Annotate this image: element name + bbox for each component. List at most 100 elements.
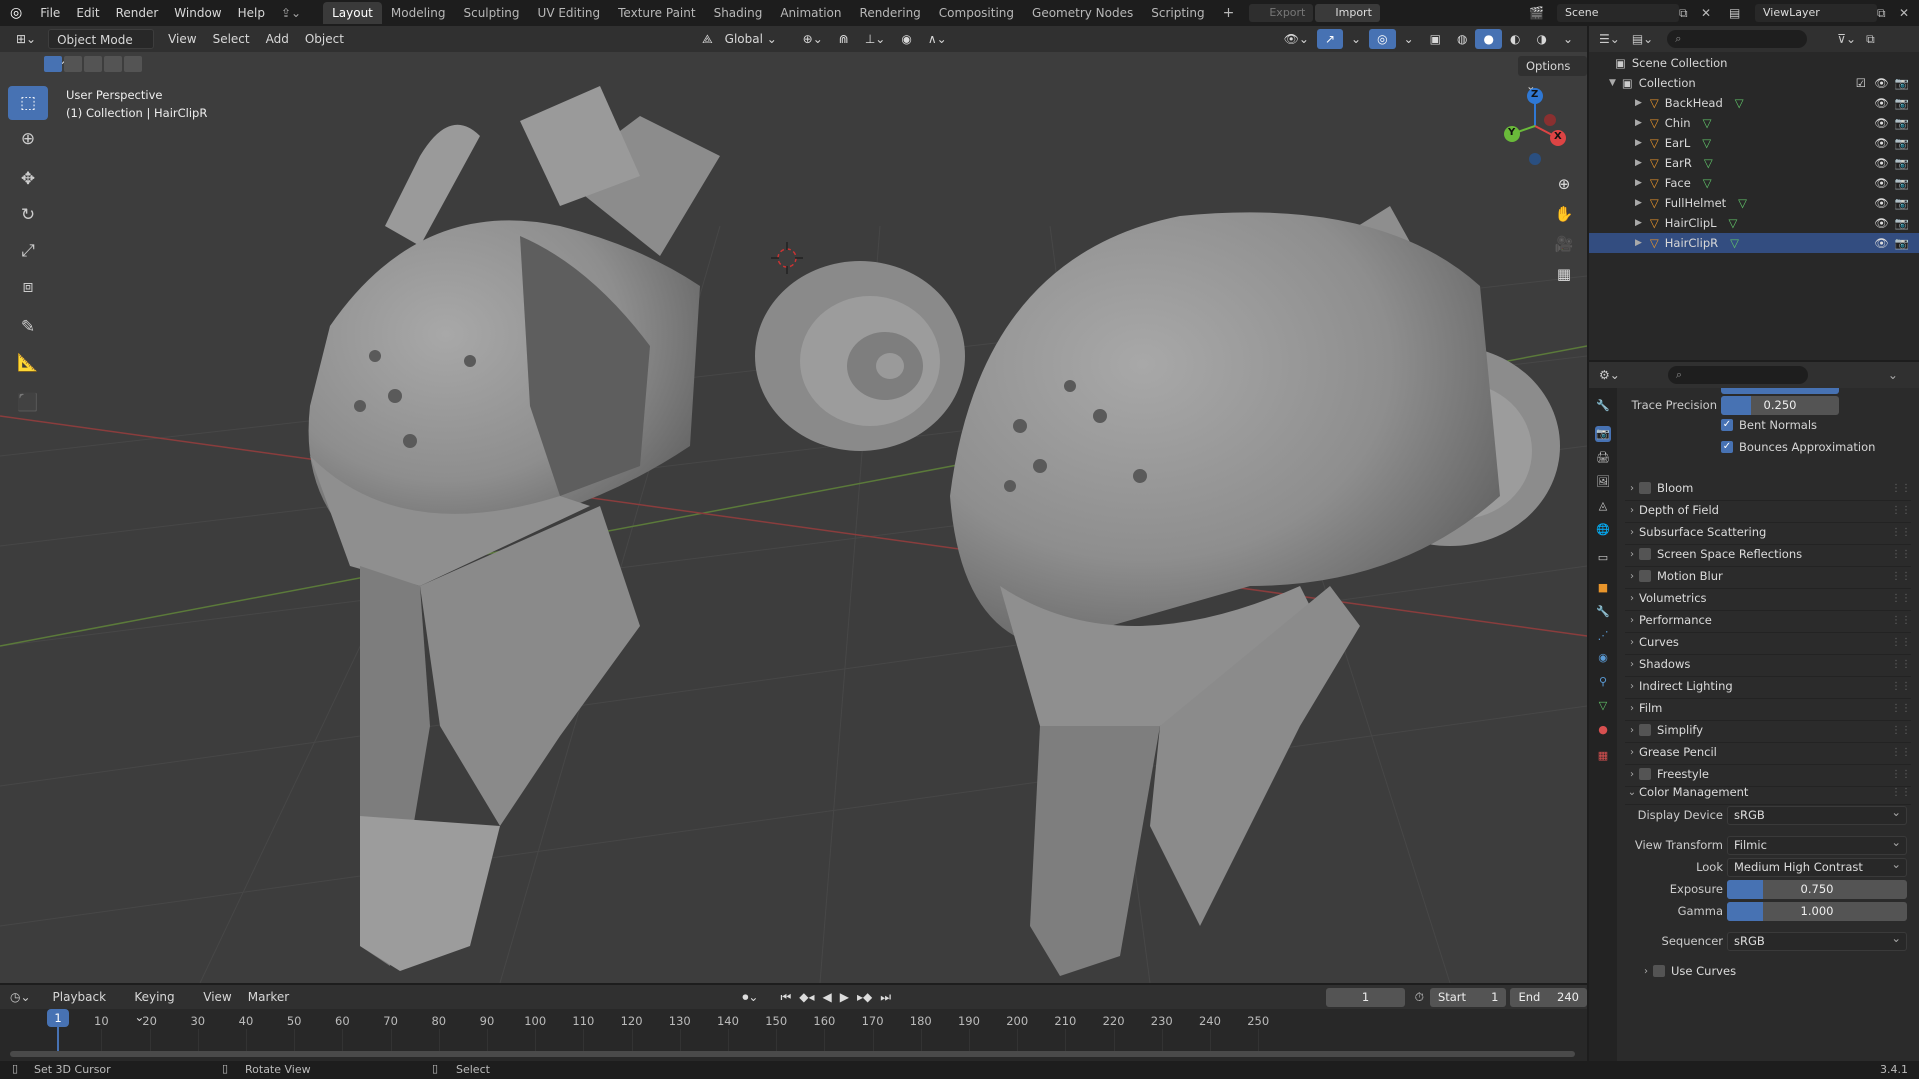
timeline-scrollbar[interactable]	[10, 1051, 1575, 1057]
visibility-icon[interactable]: 👁⌄	[1276, 29, 1317, 49]
scene-icon[interactable]: 🎬	[1529, 6, 1557, 20]
outliner-editor-icon[interactable]: ☰⌄	[1599, 32, 1620, 46]
data-tab-icon[interactable]: ▽	[1595, 698, 1611, 714]
editor-type-icon[interactable]: ⊞⌄	[8, 29, 44, 49]
add-cube-tool-icon[interactable]: ⬛	[8, 386, 48, 420]
menu-marker[interactable]: Marker	[240, 987, 297, 1007]
menu-select[interactable]: Select	[205, 29, 258, 49]
menu-help[interactable]: Help	[230, 0, 273, 26]
wireframe-shading-icon[interactable]: ◍	[1449, 29, 1475, 49]
visibility-eye-icon[interactable]: 👁	[1874, 116, 1889, 130]
mode-selector[interactable]: Object Mode ⌄	[48, 29, 155, 67]
shading-dropdown-icon[interactable]: ⌄	[1555, 29, 1581, 49]
properties-editor-icon[interactable]: ⚙⌄	[1599, 368, 1620, 382]
3d-viewport[interactable]: ⊞⌄ Object Mode ⌄ View Select Add Object …	[0, 26, 1587, 983]
preview-range-icon[interactable]: ⏱	[1415, 990, 1424, 1005]
menu-keying[interactable]: Keying ⌄	[126, 987, 195, 1024]
solid-shading-icon[interactable]: ●	[1475, 29, 1502, 49]
expand-icon[interactable]: ▶	[1635, 218, 1642, 228]
drag-handle-icon[interactable]: ⋮⋮	[1891, 637, 1911, 648]
camera-view-icon[interactable]: 🎥	[1550, 230, 1578, 258]
gizmo-icon[interactable]: ↗	[1316, 29, 1344, 49]
cursor-tool-icon[interactable]: ⊕	[8, 122, 48, 156]
proportional-edit-icon[interactable]: ◉	[893, 29, 919, 49]
mesh-data-icon[interactable]: ▽	[1730, 236, 1739, 250]
collection-tab-icon[interactable]: ▭	[1595, 550, 1611, 566]
trace-precision-field[interactable]: 0.250	[1721, 396, 1839, 415]
import-button[interactable]: Import	[1315, 4, 1380, 22]
tab-shading[interactable]: Shading	[705, 2, 772, 24]
gamma-field[interactable]: 1.000	[1727, 902, 1907, 921]
visibility-eye-icon[interactable]: 👁	[1874, 236, 1889, 250]
menu-file[interactable]: File	[32, 0, 68, 26]
visibility-eye-icon[interactable]: 👁	[1874, 216, 1889, 230]
play-icon[interactable]: ▶	[840, 990, 849, 1004]
expand-icon[interactable]: ▶	[1635, 158, 1642, 168]
expand-icon[interactable]: ▼	[1609, 78, 1616, 88]
outliner-row-object[interactable]: ▶ ▽ Face ▽ 👁 📷	[1589, 173, 1919, 193]
scale-tool-icon[interactable]: ⤢	[8, 234, 48, 268]
mesh-data-icon[interactable]: ▽	[1703, 116, 1712, 130]
mesh-data-icon[interactable]: ▽	[1729, 216, 1738, 230]
navigation-gizmo[interactable]: Z X Y	[1500, 86, 1570, 166]
overlay-icon[interactable]: ◎	[1369, 29, 1396, 49]
render-camera-icon[interactable]: 📷	[1895, 176, 1909, 190]
world-tab-icon[interactable]: 🌐	[1595, 522, 1611, 538]
select-new-icon[interactable]	[44, 56, 62, 72]
menu-edit[interactable]: Edit	[68, 0, 107, 26]
sequencer-select[interactable]: sRGB	[1727, 930, 1907, 951]
blender-logo-icon[interactable]: ◎	[0, 0, 32, 26]
render-camera-icon[interactable]: 📷	[1895, 76, 1909, 90]
drag-handle-icon[interactable]: ⋮⋮	[1891, 505, 1911, 516]
render-tab-icon[interactable]: 📷	[1595, 426, 1611, 442]
perspective-toggle-icon[interactable]: ▦	[1550, 260, 1578, 288]
panel-enable-checkbox[interactable]	[1639, 570, 1651, 582]
tab-modeling[interactable]: Modeling	[382, 2, 455, 24]
collection-checkbox[interactable]: ☑	[1856, 76, 1866, 90]
delete-scene-icon[interactable]: ✕	[1701, 6, 1723, 20]
drag-handle-icon[interactable]: ⋮⋮	[1891, 615, 1911, 626]
zoom-icon[interactable]: ⊕	[1550, 170, 1578, 198]
annotate-tool-icon[interactable]: ✎	[8, 310, 48, 344]
scene-selector[interactable]: Scene	[1557, 4, 1679, 22]
view-transform-select[interactable]: Filmic	[1727, 834, 1907, 855]
measure-tool-icon[interactable]: 📐	[8, 346, 48, 380]
timeline-editor-icon[interactable]: ◷⌄	[10, 990, 31, 1004]
properties-search-input[interactable]: ⌕	[1667, 366, 1808, 384]
expand-icon[interactable]: ▶	[1635, 138, 1642, 148]
drag-handle-icon[interactable]: ⋮⋮	[1891, 659, 1911, 670]
overlay-dropdown-icon[interactable]: ⌄	[1396, 29, 1422, 49]
transform-orientation-selector[interactable]: Global ⌄	[717, 29, 795, 49]
mesh-data-icon[interactable]: ▽	[1703, 176, 1712, 190]
select-subtract-icon[interactable]	[84, 56, 102, 72]
new-scene-icon[interactable]: ⧉	[1679, 6, 1701, 21]
jump-end-icon[interactable]: ⏭	[880, 990, 891, 1005]
outliner-row-collection[interactable]: ▼ ▣ Collection ☑ 👁 📷	[1589, 73, 1919, 93]
rendered-shading-icon[interactable]: ◑	[1528, 29, 1554, 49]
jump-start-icon[interactable]: ⏮	[780, 990, 791, 1005]
drag-handle-icon[interactable]: ⋮⋮	[1891, 703, 1911, 714]
expand-icon[interactable]: ▶	[1635, 178, 1642, 188]
outliner-row-object[interactable]: ▶ ▽ EarR ▽ 👁 📷	[1589, 153, 1919, 173]
view-layer-selector[interactable]: ViewLayer	[1755, 4, 1877, 22]
menu-playback[interactable]: Playback ⌄	[45, 987, 127, 1024]
menu-timeline-view[interactable]: View	[195, 987, 239, 1007]
panel-enable-checkbox[interactable]	[1639, 482, 1651, 494]
tab-layout[interactable]: Layout	[323, 2, 382, 24]
falloff-icon[interactable]: ∧⌄	[920, 29, 955, 49]
export-button[interactable]: Export	[1249, 4, 1314, 22]
particles-tab-icon[interactable]: ⋰	[1595, 628, 1611, 644]
outliner-row-object[interactable]: ▶ ▽ HairClipR ▽ 👁 📷	[1589, 233, 1919, 253]
visibility-eye-icon[interactable]: 👁	[1874, 76, 1889, 90]
menu-view[interactable]: View	[160, 29, 204, 49]
panel-color-management[interactable]: ⌄ Color Management ⋮⋮	[1625, 780, 1911, 805]
rotate-tool-icon[interactable]: ↻	[8, 198, 48, 232]
drag-handle-icon[interactable]: ⋮⋮	[1891, 571, 1911, 582]
expand-icon[interactable]: ▶	[1635, 198, 1642, 208]
menu-window[interactable]: Window	[166, 0, 229, 26]
render-camera-icon[interactable]: 📷	[1895, 136, 1909, 150]
playhead[interactable]: 1	[47, 1009, 69, 1027]
drag-handle-icon[interactable]: ⋮⋮	[1891, 549, 1911, 560]
mesh-data-icon[interactable]: ▽	[1735, 96, 1744, 110]
expand-icon[interactable]: ▶	[1635, 118, 1642, 128]
